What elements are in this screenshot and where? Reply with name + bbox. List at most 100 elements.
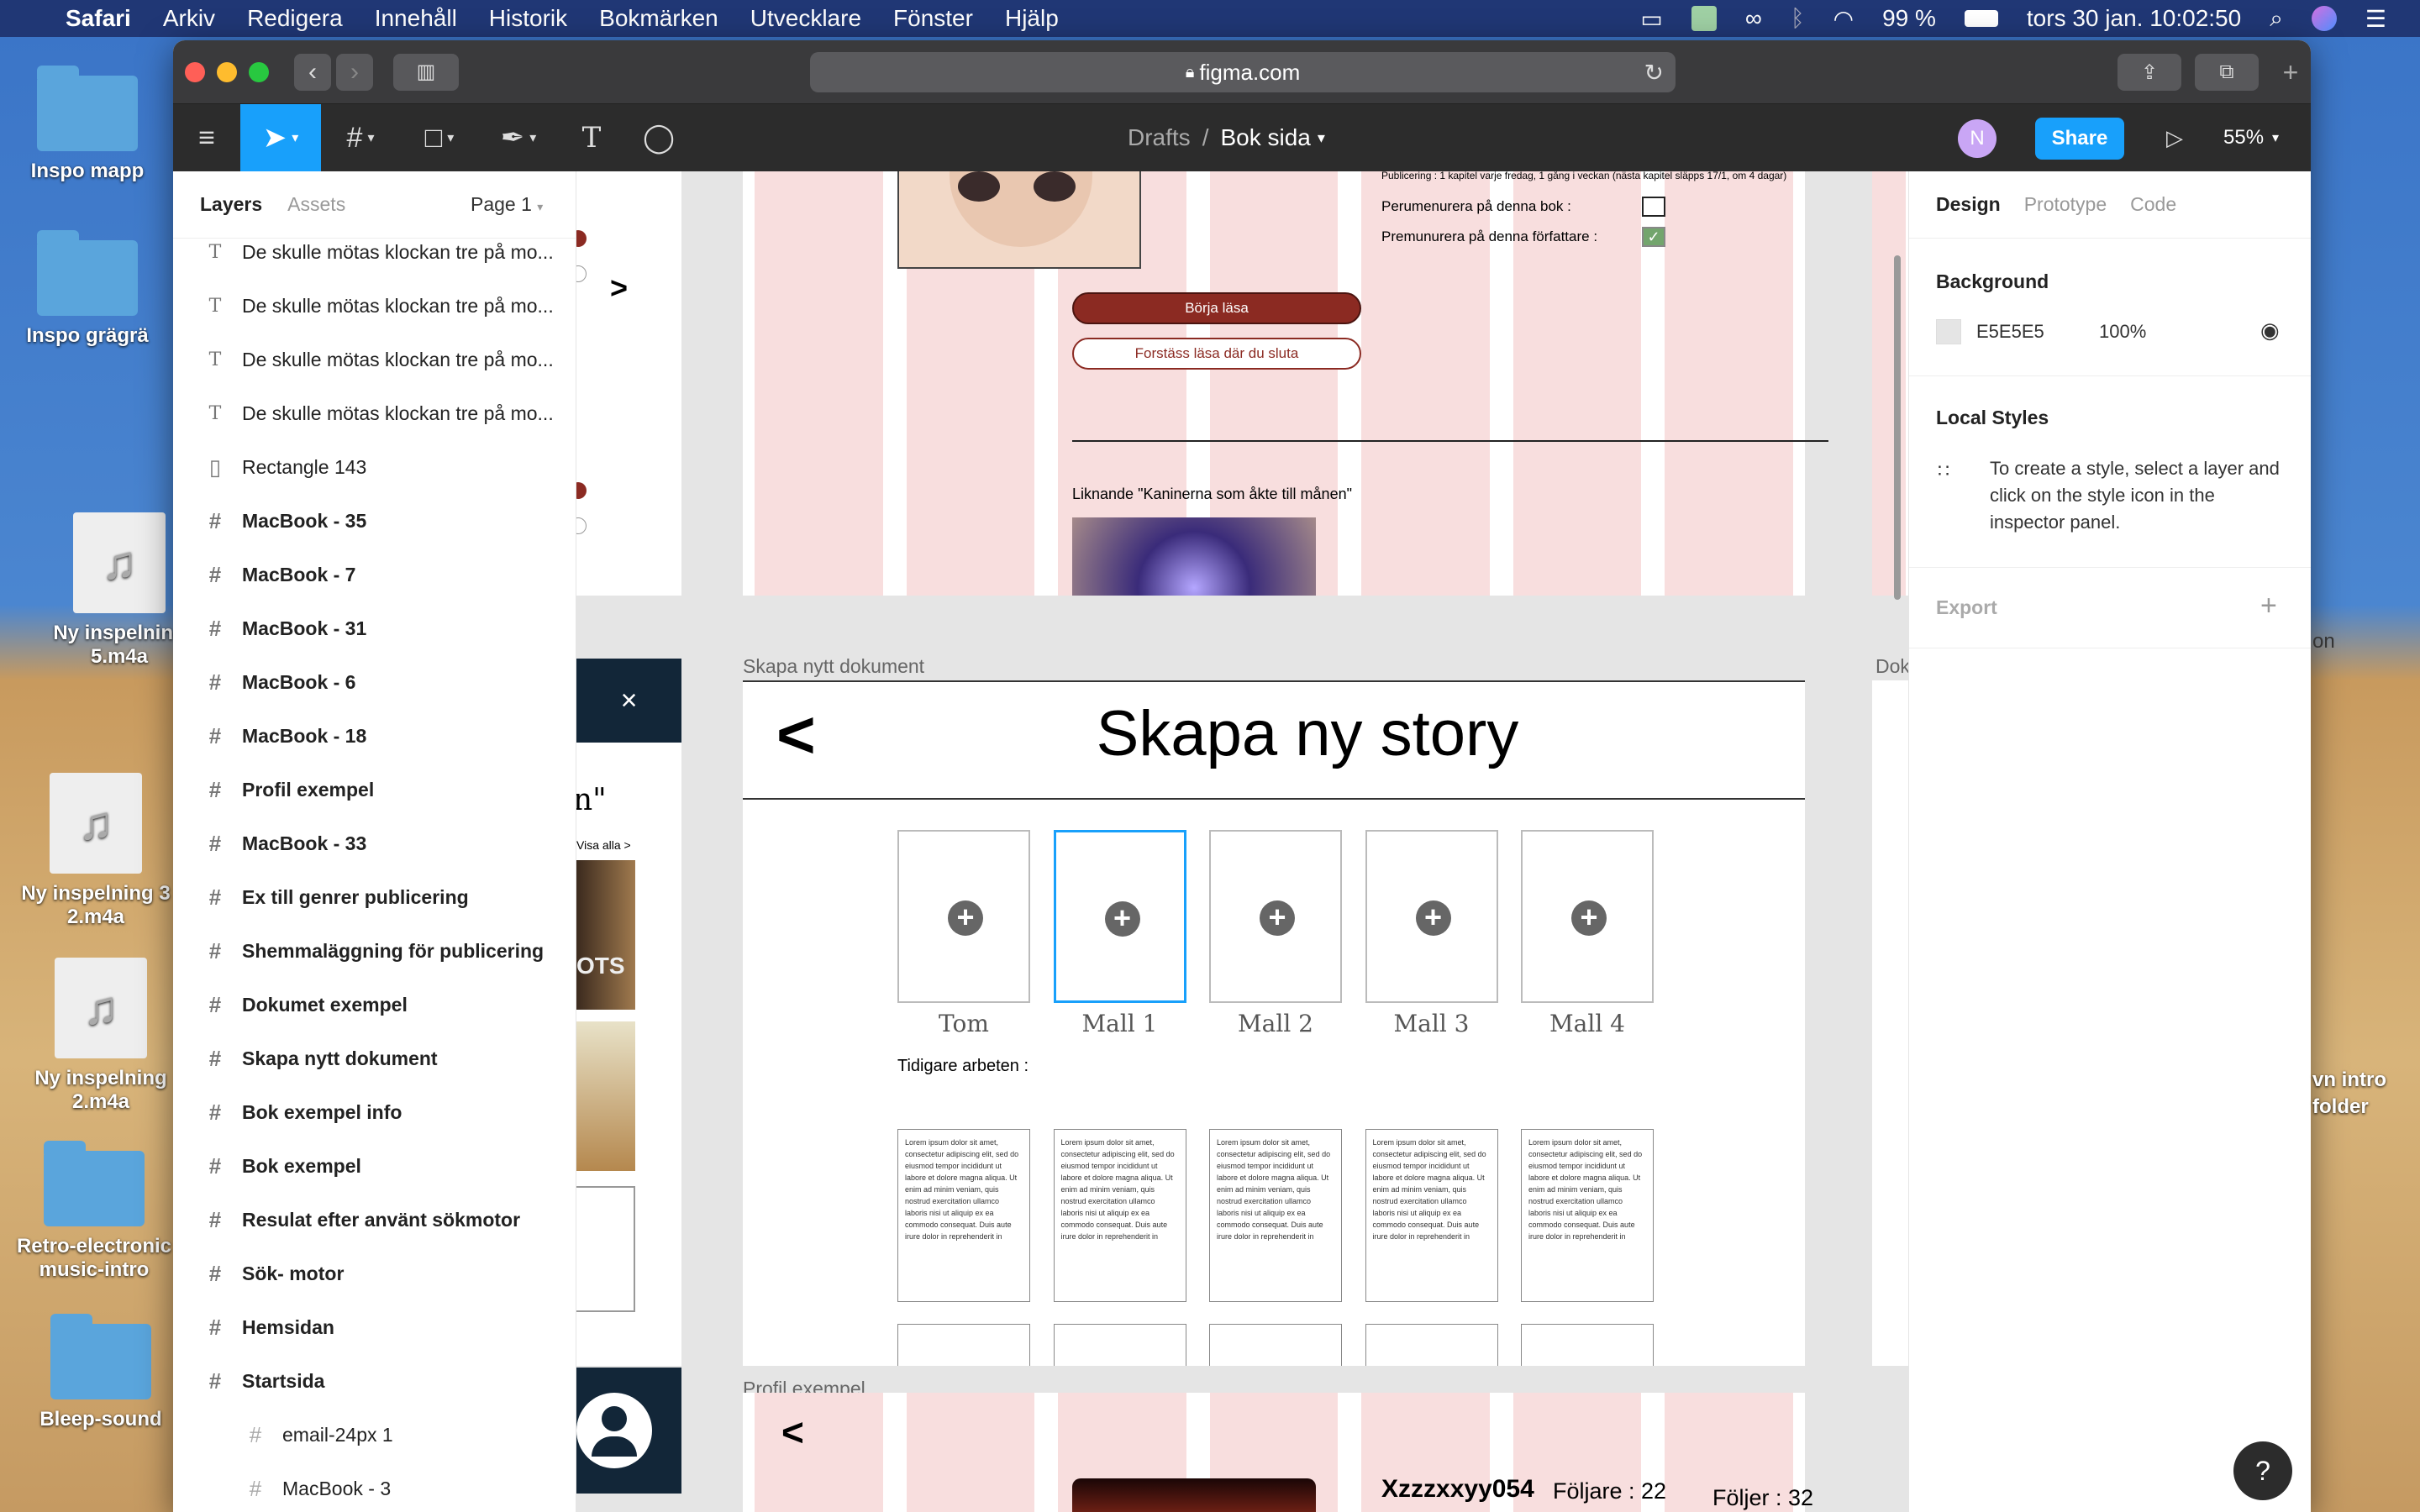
menubar-clock[interactable]: tors 30 jan. 10:02:50 [2027,5,2241,32]
previous-work-card[interactable]: Lorem ipsum dolor sit amet, consectetur … [1521,1129,1654,1302]
close-icon[interactable]: × [576,659,681,743]
layer-row[interactable]: # Bok exempel [173,1139,576,1193]
layer-row[interactable]: # Sök- motor [173,1247,576,1300]
template-tile[interactable]: + [1521,830,1654,1003]
screen-mirror-icon[interactable]: ▭ [1640,5,1662,33]
previous-work-card[interactable]: Lorem ipsum dolor sit amet, consectetur … [1053,1129,1186,1302]
siri-icon[interactable] [2311,6,2337,31]
file-name[interactable]: Bok sida [1220,124,1310,151]
frame-skapa-nytt-dokument[interactable]: < Skapa ny story + Tom + Mall 1 + Mall 2 + Mall… [743,680,1805,1366]
template-tile[interactable]: + [1209,830,1342,1003]
profile-back-arrow-icon[interactable]: < [781,1410,804,1455]
layer-row[interactable]: # MacBook - 3 [173,1462,576,1512]
frame-label-partial[interactable]: Dok [1876,655,1908,678]
layer-row[interactable]: # Startsida [173,1354,576,1408]
previous-work-card[interactable] [897,1324,1030,1366]
eye-visibility-icon[interactable]: ◉ [2260,318,2280,344]
share-sheet-button[interactable]: ⇪ [2118,54,2181,91]
shape-tool-button[interactable]: □ ▾ [400,104,479,171]
user-avatar[interactable]: N [1958,119,1996,158]
comment-tool-button[interactable]: ◯ [625,104,692,171]
layer-row[interactable]: # Bok exempel info [173,1085,576,1139]
layer-row[interactable]: # Resulat efter använt sökmotor [173,1193,576,1247]
layer-row[interactable]: # MacBook - 31 [173,601,576,655]
help-button[interactable]: ? [2233,1441,2292,1500]
see-all-link[interactable]: Visa alla > [576,838,631,852]
layer-row[interactable]: # Hemsidan [173,1300,576,1354]
menu-utvecklare[interactable]: Utvecklare [750,5,861,32]
layer-row[interactable]: T De skulle mötas klockan tre på mo... [173,386,576,440]
frame-label-skapa-nytt-dokument[interactable]: Skapa nytt dokument [743,655,924,678]
background-color-swatch[interactable] [1936,319,1961,344]
background-opacity-input[interactable]: 100% [2099,321,2146,343]
layer-row[interactable]: ▯ Rectangle 143 [173,440,576,494]
notification-center-icon[interactable]: ☰ [2365,5,2386,33]
previous-work-card[interactable] [1521,1324,1654,1366]
menu-historik[interactable]: Historik [489,5,567,32]
zoom-dropdown[interactable]: 55% ▾ [2223,104,2279,171]
desktop-audio-ny-inspelning-3-2[interactable]: ♫ Ny inspelning 3 2.m4a [12,773,180,929]
address-bar[interactable]: 🔒︎ figma.com ↻ [810,52,1676,92]
tab-code[interactable]: Code [2130,193,2176,216]
page-selector[interactable]: Page 1 ▾ [471,193,543,216]
template-tile[interactable]: + [897,830,1030,1003]
previous-work-card[interactable]: Lorem ipsum dolor sit amet, consectetur … [897,1129,1030,1302]
tab-layers[interactable]: Layers [200,193,262,216]
battery-icon[interactable] [1964,10,1998,27]
text-tool-button[interactable]: T [558,104,625,171]
layer-row[interactable]: T De skulle mötas klockan tre på mo... [173,279,576,333]
forward-button[interactable]: › [336,53,373,91]
spotlight-search-icon[interactable]: ⌕ [2270,5,2283,33]
layer-row[interactable]: T De skulle mötas klockan tre på mo... [173,333,576,386]
book-cover-partial[interactable]: OTS [576,860,635,1010]
battery-label[interactable]: 99 % [1882,5,1936,32]
partial-frame-left-bottom[interactable] [576,1368,681,1494]
design-canvas[interactable]: > Publicering : 1 kapitel varje fredag, … [576,171,1908,1512]
desktop-folder-inspo-gragra[interactable]: Inspo grägrä [3,230,171,348]
window-minimize-button[interactable] [217,61,237,82]
previous-work-card[interactable] [1053,1324,1186,1366]
desktop-folder-retro-electronic[interactable]: Retro-electronic music-intro [10,1141,178,1282]
back-button[interactable]: ‹ [294,53,331,91]
template-tile[interactable]: + [1053,830,1186,1003]
background-hex-input[interactable]: E5E5E5 [1976,321,2044,343]
previous-work-card[interactable]: Lorem ipsum dolor sit amet, consectetur … [1209,1129,1342,1302]
tab-design[interactable]: Design [1936,193,2001,216]
wifi-icon[interactable]: ◠ [1833,5,1854,33]
partial-frame-left-top[interactable]: > [576,171,681,596]
add-export-plus-icon[interactable]: + [2260,590,2277,622]
menu-arkiv[interactable]: Arkiv [163,5,215,32]
subscribe-book-checkbox[interactable] [1642,197,1665,217]
layer-row[interactable]: # Profil exempel [173,763,576,816]
layer-row[interactable]: # email-24px 1 [173,1408,576,1462]
tabs-overview-button[interactable]: ⧉ [2195,54,2259,91]
template-tile[interactable]: + [1365,830,1498,1003]
tab-prototype[interactable]: Prototype [2024,193,2107,216]
main-menu-button[interactable]: ≡ [173,104,240,171]
menu-app-name[interactable]: Safari [66,5,131,32]
menu-redigera[interactable]: Redigera [247,5,343,32]
layer-row[interactable]: T De skulle mötas klockan tre på mo... [173,225,576,279]
canvas-scrollbar[interactable] [1894,255,1901,600]
layer-row[interactable]: # Dokumet exempel [173,978,576,1032]
layer-row[interactable]: # Shemmaläggning för publicering [173,924,576,978]
menu-bokmarken[interactable]: Bokmärken [599,5,718,32]
menu-fonster[interactable]: Fönster [893,5,973,32]
desktop-folder-bleep-sound[interactable]: Bleep-sound [17,1314,185,1431]
desktop-partial-label[interactable]: vn intro folder [2312,1067,2413,1121]
layer-row[interactable]: # MacBook - 35 [173,494,576,548]
previous-work-card[interactable]: Lorem ipsum dolor sit amet, consectetur … [1365,1129,1498,1302]
breadcrumb-drafts[interactable]: Drafts [1128,124,1191,151]
continue-reading-button[interactable]: Forstäss läsa där du sluta [1072,338,1361,370]
reload-icon[interactable]: ↻ [1644,59,1664,87]
partial-frame-right-middle[interactable] [1872,680,1908,1366]
layer-row[interactable]: # MacBook - 7 [173,548,576,601]
sidebar-toggle-button[interactable]: ▥ [393,53,459,91]
new-tab-plus-icon[interactable]: + [2274,57,2307,91]
menu-innehall[interactable]: Innehåll [375,5,457,32]
previous-work-card[interactable] [1365,1324,1498,1366]
move-tool-button[interactable]: ➤ ▾ [240,104,321,171]
similar-book-cover[interactable] [1072,517,1316,596]
window-zoom-button[interactable] [249,61,269,82]
partial-frame-right-top[interactable] [1872,171,1908,596]
